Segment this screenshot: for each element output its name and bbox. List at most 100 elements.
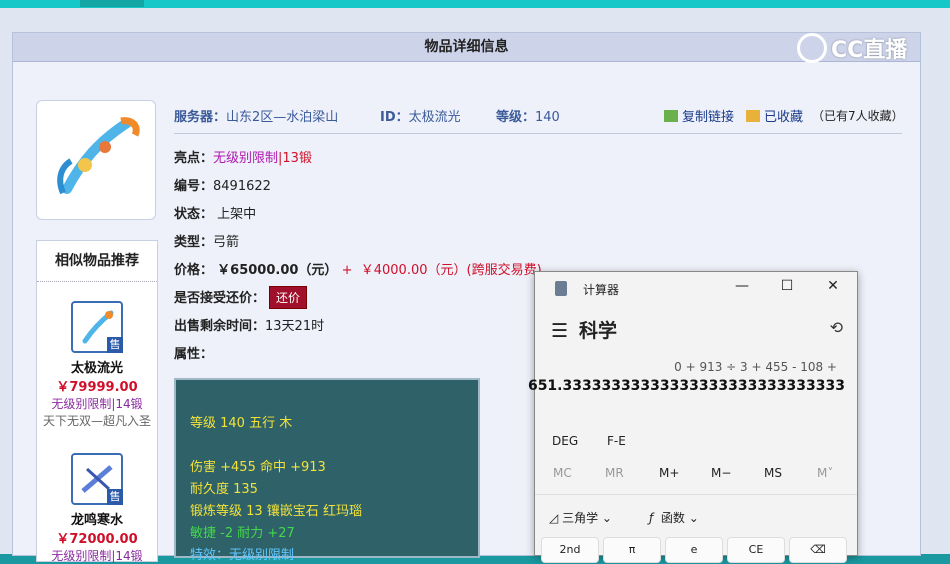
chevron-down-icon: ⌄ — [688, 511, 699, 525]
fe-button[interactable]: F-E — [607, 434, 626, 448]
ms-button[interactable]: MS — [764, 466, 782, 480]
type-field: 类型：弓箭 — [174, 231, 239, 250]
attr-line: 等级 140 五行 木 — [190, 416, 293, 431]
close-button[interactable]: ✕ — [818, 278, 848, 294]
calculator-expression: 0 + 913 ÷ 3 + 455 - 108 + — [674, 360, 837, 374]
item-info-row: 服务器：山东2区—水泊梁山 ID：太极流光 等级：140 复制链接 已收藏 （已… — [174, 104, 904, 126]
function-label: 函数 — [660, 511, 685, 525]
rec-item-thumbnail[interactable]: 售 — [71, 301, 123, 353]
triangle-icon: ◿ — [549, 511, 559, 525]
deg-button[interactable]: DEG — [552, 434, 578, 448]
time-field: 出售剩余时间：13天21时 — [174, 315, 324, 334]
trig-label: 三角学 — [562, 511, 599, 525]
rec-item-price: ￥72000.00 — [56, 532, 138, 547]
price-value: ￥65000.00（元） — [217, 263, 338, 278]
maximize-button[interactable]: ☐ — [772, 278, 802, 294]
rec-item-name[interactable]: 太极流光 — [37, 357, 157, 376]
favorite-icon — [746, 110, 760, 122]
attr-line: 耐久度 135 — [190, 482, 258, 497]
type-label: 类型： — [174, 235, 214, 250]
status-label: 状态： — [174, 207, 214, 222]
type-value: 弓箭 — [213, 235, 240, 250]
number-value: 8491622 — [213, 179, 271, 194]
m-plus-button[interactable]: M+ — [659, 466, 679, 480]
second-key[interactable]: 2nd — [541, 537, 599, 563]
highlight-value: 无级别限制 — [213, 151, 279, 166]
copy-link-button[interactable]: 复制链接 — [664, 106, 734, 125]
level-label: 等级： — [496, 110, 536, 125]
minimize-button[interactable]: — — [727, 278, 757, 294]
attr-line: 伤害 +455 命中 +913 — [190, 460, 326, 475]
pi-key[interactable]: π — [603, 537, 661, 563]
panel-title: 物品详细信息 — [13, 33, 920, 62]
e-key[interactable]: e — [665, 537, 723, 563]
function-dropdown[interactable]: ƒ 函数 ⌄ — [649, 509, 699, 526]
memory-list-button[interactable]: M˅ — [817, 466, 833, 480]
sell-badge: 售 — [107, 337, 123, 353]
haggle-field: 是否接受还价： 还价 — [174, 286, 308, 309]
rec-item-tag: 无级别限制|14锻 — [51, 397, 143, 411]
highlight-label: 亮点： — [174, 151, 214, 166]
cc-live-logo: CC直播 — [797, 30, 927, 66]
cc-logo-icon — [797, 33, 827, 63]
calculator-mode: ☰ 科学 — [551, 316, 617, 343]
ce-key[interactable]: CE — [727, 537, 785, 563]
history-icon[interactable]: ⟲ — [830, 318, 843, 337]
rec-item-name[interactable]: 龙鸣寒水 — [37, 509, 157, 528]
divider — [174, 133, 902, 134]
rec-item-server: 天下无双—超凡入圣 — [42, 414, 151, 428]
similar-items-title: 相似物品推荐 — [37, 241, 157, 282]
rec-item[interactable]: 售 太极流光 ￥79999.00 无级别限制|14锻 天下无双—超凡入圣 — [37, 301, 157, 429]
sell-badge: 售 — [107, 489, 123, 505]
server-label: 服务器： — [174, 110, 227, 125]
attr-field: 属性： — [174, 343, 213, 362]
mc-button[interactable]: MC — [553, 466, 572, 480]
hamburger-menu-icon[interactable]: ☰ — [551, 320, 568, 342]
attributes-box: 等级 140 五行 木 伤害 +455 命中 +913 耐久度 135 锻炼等级… — [174, 378, 480, 563]
similar-items-panel: 相似物品推荐 售 太极流光 ￥79999.00 无级别限制|14锻 天下无双—超… — [36, 240, 158, 564]
backspace-key[interactable]: ⌫ — [789, 537, 847, 563]
id-value: 太极流光 — [408, 110, 461, 125]
attr-label: 属性： — [174, 347, 214, 362]
m-minus-button[interactable]: M− — [711, 466, 731, 480]
price-plus: + — [341, 263, 353, 278]
function-row: ◿ 三角学 ⌄ ƒ 函数 ⌄ — [535, 494, 857, 535]
status-field: 状态： 上架中 — [174, 203, 256, 222]
copy-link-icon — [664, 110, 678, 122]
server-value: 山东2区—水泊梁山 — [226, 110, 339, 125]
rec-item-thumbnail[interactable]: 售 — [71, 453, 123, 505]
attr-line: 敏捷 -2 耐力 +27 — [190, 526, 295, 541]
number-label: 编号： — [174, 179, 214, 194]
time-label: 出售剩余时间： — [174, 319, 266, 334]
favorite-count: （已有7人收藏） — [812, 109, 904, 123]
price-label: 价格： — [174, 263, 214, 278]
calculator-window: 计算器 — ☐ ✕ ☰ 科学 ⟲ 0 + 913 ÷ 3 + 455 - 108 … — [528, 271, 858, 563]
copy-link-label: 复制链接 — [682, 110, 735, 125]
bow-icon — [57, 117, 140, 195]
favorite-button[interactable]: 已收藏 — [746, 106, 803, 125]
price-fee: ￥4000.00（元）(跨服交易费) — [360, 263, 542, 278]
mode-label: 科学 — [579, 320, 618, 342]
browser-top-bar — [0, 0, 950, 8]
item-image — [36, 100, 156, 220]
price-field: 价格： ￥65000.00（元） + ￥4000.00（元）(跨服交易费) — [174, 259, 542, 278]
calculator-title: 计算器 — [583, 283, 620, 297]
function-icon: ƒ — [649, 511, 654, 525]
mr-button[interactable]: MR — [605, 466, 624, 480]
haggle-button[interactable]: 还价 — [269, 286, 308, 309]
keypad: 2nd π e CE ⌫ — [541, 537, 851, 563]
active-tab-indicator[interactable] — [80, 0, 144, 7]
status-value: 上架中 — [217, 207, 257, 222]
rec-item-price: ￥79999.00 — [56, 380, 138, 395]
chevron-down-icon: ⌄ — [601, 511, 612, 525]
time-value: 13天21时 — [265, 319, 325, 334]
rec-item[interactable]: 售 龙鸣寒水 ￥72000.00 无级别限制|14锻 — [37, 453, 157, 564]
trig-dropdown[interactable]: ◿ 三角学 ⌄ — [549, 509, 612, 526]
level-value: 140 — [535, 110, 560, 125]
highlight-extra: |13锻 — [278, 151, 312, 166]
logo-text: CC直播 — [831, 38, 908, 63]
calculator-app-icon — [555, 281, 567, 296]
calculator-result: 651.33333333333333333333333333333 — [527, 378, 845, 394]
id-label: ID： — [380, 110, 409, 125]
calculator-titlebar[interactable]: 计算器 — ☐ ✕ — [535, 272, 857, 306]
